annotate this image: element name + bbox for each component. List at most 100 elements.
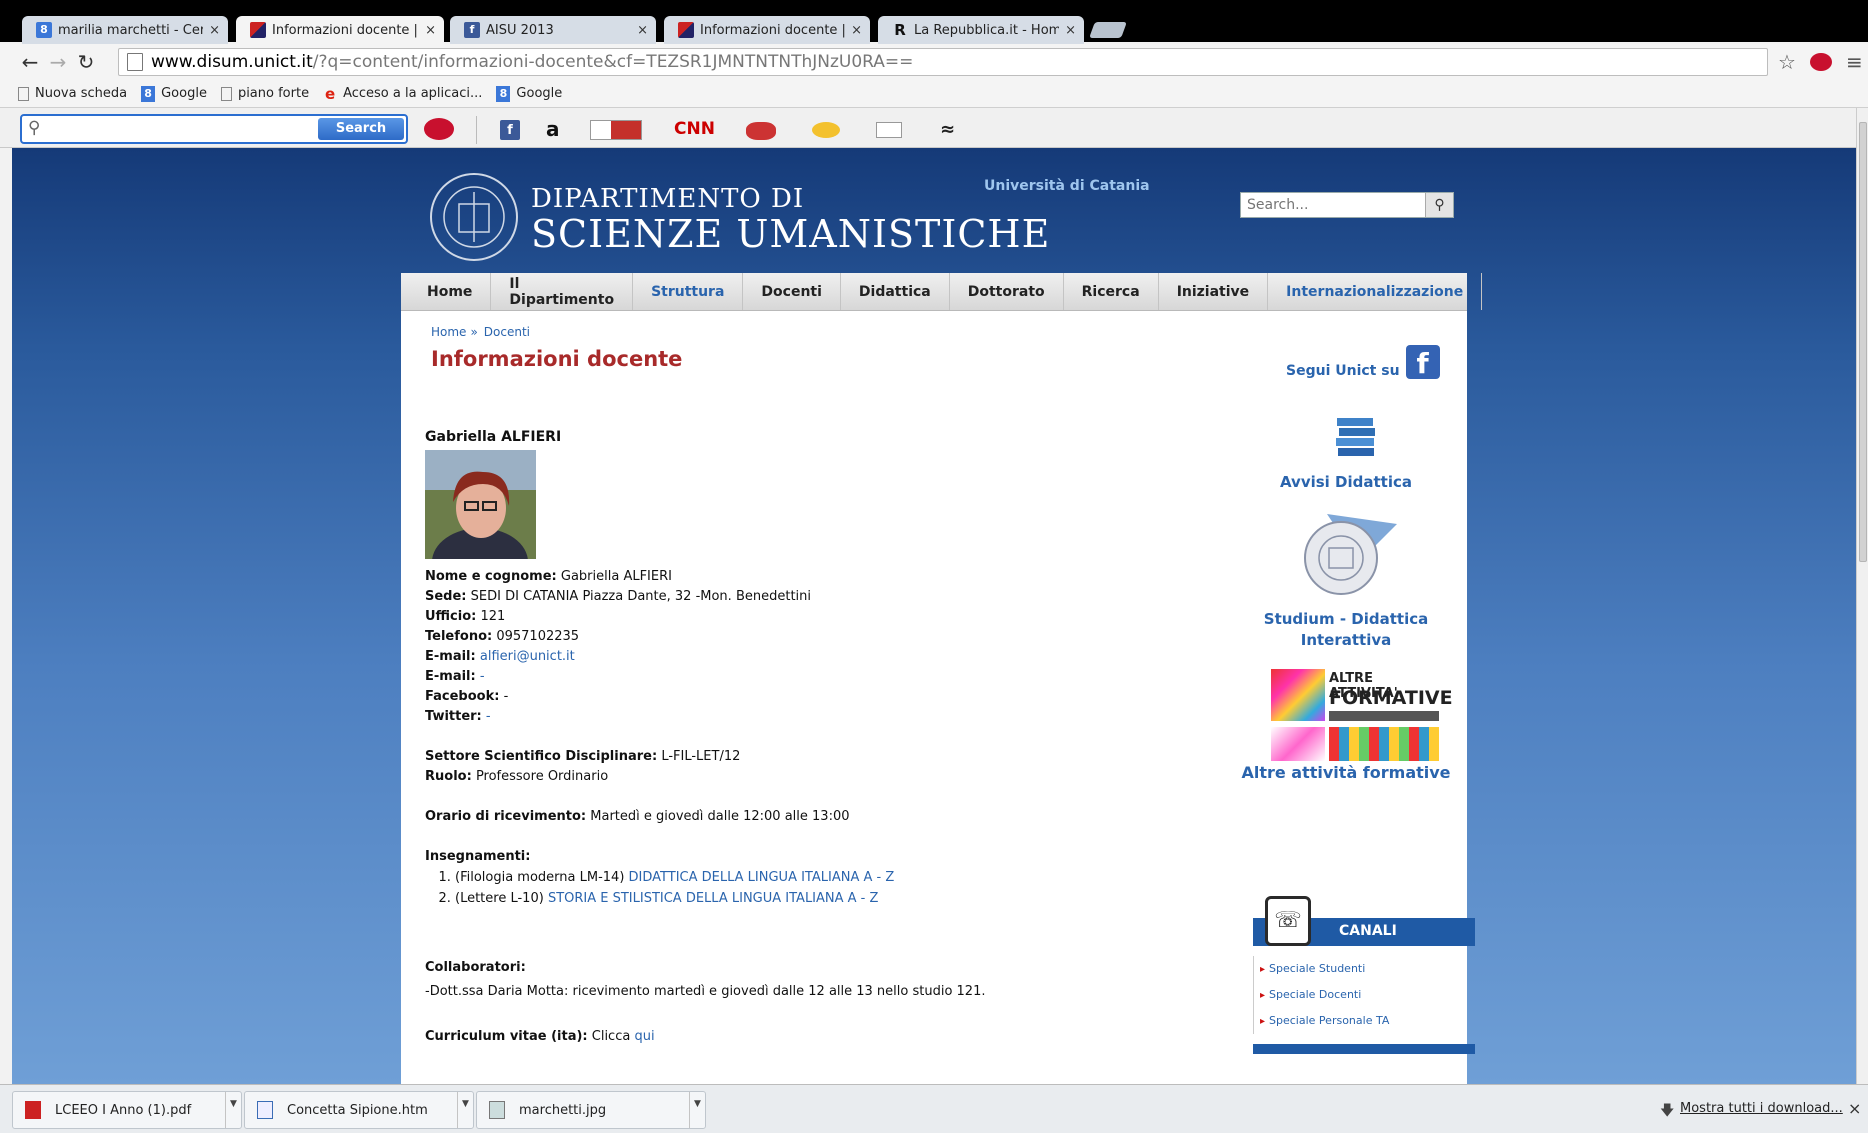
bookmark-label: Nuova scheda: [35, 86, 128, 101]
e-icon: e: [324, 84, 336, 103]
nav-didattica[interactable]: Didattica: [841, 273, 950, 310]
radio-icon[interactable]: ≈: [940, 116, 955, 142]
tab-strip: 8 marilia marchetti - Cerca c × Informaz…: [0, 0, 1868, 44]
forward-icon[interactable]: →: [44, 50, 72, 74]
corso-label: (Filologia moderna LM-14): [455, 870, 625, 885]
tab-4[interactable]: R La Repubblica.it - Homepa ×: [878, 16, 1084, 44]
download-item-pdf[interactable]: LCEEO I Anno (1).pdf ▼: [12, 1091, 242, 1129]
nav-iniziative[interactable]: Iniziative: [1159, 273, 1269, 310]
breadcrumb-docenti[interactable]: Docenti: [484, 325, 530, 339]
vertical-scrollbar[interactable]: [1856, 108, 1868, 1084]
chevron-down-icon[interactable]: ▼: [225, 1092, 241, 1128]
segui-unict[interactable]: Segui Unict su f: [1286, 345, 1440, 380]
canali-list: Speciale Studenti Speciale Docenti Speci…: [1253, 956, 1389, 1034]
google-icon: 8: [496, 85, 511, 102]
page-icon: [220, 86, 232, 101]
cv-link[interactable]: qui: [634, 1029, 654, 1044]
nav-home[interactable]: Home: [409, 273, 492, 310]
sports-icon[interactable]: [746, 122, 776, 140]
studium-logo-icon[interactable]: [1297, 506, 1407, 602]
studium-link[interactable]: Studium - Didattica Interattiva: [1241, 609, 1451, 651]
download-item-htm[interactable]: Concetta Sipione.htm ▼: [244, 1091, 474, 1129]
nav-dipartimento[interactable]: Il Dipartimento: [491, 273, 634, 310]
breadcrumb-separator: »: [470, 325, 478, 339]
banner-text-2: FORMATIVE: [1329, 687, 1453, 709]
field-sede: Sede: SEDI DI CATANIA Piazza Dante, 32 -…: [425, 587, 986, 607]
nav-ricerca[interactable]: Ricerca: [1064, 273, 1159, 310]
canali-item-studenti[interactable]: Speciale Studenti: [1260, 956, 1389, 982]
field-ufficio: Ufficio: 121: [425, 607, 986, 627]
page-icon: [18, 86, 29, 101]
facebook-icon[interactable]: f: [1405, 345, 1440, 380]
chevron-down-icon[interactable]: ▼: [457, 1092, 473, 1128]
close-icon[interactable]: ×: [1065, 23, 1076, 38]
canali-title: CANALI: [1339, 923, 1397, 939]
close-icon[interactable]: ×: [637, 23, 648, 38]
books-icon[interactable]: [1333, 414, 1379, 460]
insegnamento-link[interactable]: STORIA E STILISTICA DELLA LINGUA ITALIAN…: [548, 891, 878, 906]
ask-icon[interactable]: [1810, 53, 1832, 71]
tab-title: marilia marchetti - Cerca c: [58, 22, 204, 38]
new-tab-button[interactable]: [1089, 22, 1127, 38]
canali-box: CANALI ☏ Speciale Studenti Speciale Doce…: [1253, 896, 1475, 1056]
avvisi-didattica-link[interactable]: Avvisi Didattica: [1241, 473, 1451, 491]
back-icon[interactable]: ←: [16, 50, 44, 74]
menu-icon[interactable]: ≡: [1846, 50, 1863, 74]
reload-icon[interactable]: ↻: [72, 50, 100, 74]
download-item-jpg[interactable]: marchetti.jpg ▼: [476, 1091, 706, 1129]
bookmark-nuova-scheda[interactable]: Nuova scheda: [18, 86, 127, 101]
amazon-icon[interactable]: a: [546, 116, 560, 142]
nav-dottorato[interactable]: Dottorato: [950, 273, 1064, 310]
search-icon[interactable]: ⚲: [1425, 193, 1453, 217]
canali-item-docenti[interactable]: Speciale Docenti: [1260, 982, 1389, 1008]
twitter-link[interactable]: -: [486, 709, 491, 724]
department-title-line2: SCIENZE UMANISTICHE: [531, 212, 1051, 256]
scrollbar-thumb[interactable]: [1859, 122, 1867, 562]
cnn-icon[interactable]: CNN: [674, 116, 715, 142]
tab-0[interactable]: 8 marilia marchetti - Cerca c ×: [22, 16, 228, 44]
mail-icon[interactable]: [876, 122, 902, 138]
field-facebook: Facebook: -: [425, 687, 986, 707]
address-bar[interactable]: www.disum.unict.it/?q=content/informazio…: [118, 48, 1768, 76]
canali-item-personale[interactable]: Speciale Personale TA: [1260, 1008, 1389, 1034]
ask-search-button[interactable]: Search: [318, 118, 404, 140]
altre-attivita-link[interactable]: Altre attività formative: [1241, 763, 1451, 782]
chevron-down-icon[interactable]: ▼: [689, 1092, 705, 1128]
tab-2[interactable]: f AISU 2013 ×: [450, 16, 656, 44]
show-all-downloads-link[interactable]: Mostra tutti i download...: [1680, 1101, 1843, 1116]
field-value: 0957102235: [496, 629, 580, 644]
tab-3[interactable]: Informazioni docente | ww ×: [664, 16, 870, 44]
canali-footer-bar: [1253, 1044, 1475, 1054]
tab-1[interactable]: Informazioni docente | ww ×: [236, 16, 444, 44]
weather-icon[interactable]: [812, 122, 840, 138]
altre-attivita-banner[interactable]: ALTRE ATTIVITA' FORMATIVE: [1271, 669, 1453, 761]
close-icon[interactable]: ×: [209, 23, 220, 38]
nav-struttura[interactable]: Struttura: [633, 273, 744, 310]
bookmark-acceso[interactable]: e Acceso a la aplicaci...: [323, 86, 482, 102]
content-panel: Home » Docenti Informazioni docente Gabrie…: [401, 311, 1475, 1084]
university-link[interactable]: Università di Catania: [984, 178, 1150, 194]
close-icon[interactable]: ×: [425, 23, 436, 38]
bookmark-google[interactable]: 8 Google: [141, 85, 207, 102]
close-icon[interactable]: ×: [1848, 1099, 1861, 1118]
bookmark-google-2[interactable]: 8 Google: [496, 85, 562, 102]
ask-toolbar: ⚲ Search f a CNN ≈: [0, 108, 1868, 148]
field-value: L-FIL-LET/12: [661, 749, 741, 764]
email-link[interactable]: alfieri@unict.it: [480, 649, 575, 664]
collaboratori-text: -Dott.ssa Daria Motta: ricevimento marte…: [425, 984, 986, 999]
ask-search-box[interactable]: ⚲ Search: [20, 114, 408, 144]
page-viewport: DIPARTIMENTO DI SCIENZE UMANISTICHE Univ…: [12, 148, 1856, 1084]
close-icon[interactable]: ×: [851, 23, 862, 38]
nav-internazionalizzazione[interactable]: Internazionalizzazione: [1268, 273, 1483, 310]
email-link[interactable]: -: [480, 669, 485, 684]
ask-icon[interactable]: [424, 118, 454, 140]
ie-document-icon: [257, 1101, 273, 1119]
insegnamento-link[interactable]: DIDATTICA DELLA LINGUA ITALIANA A - Z: [629, 870, 895, 885]
facebook-icon[interactable]: f: [500, 120, 520, 140]
bookmark-piano-forte[interactable]: piano forte: [220, 86, 309, 101]
breadcrumb-home[interactable]: Home: [431, 325, 466, 339]
bookmark-star-icon[interactable]: ☆: [1778, 50, 1796, 74]
youtube-icon[interactable]: [590, 120, 642, 140]
nav-docenti[interactable]: Docenti: [743, 273, 841, 310]
site-search-input[interactable]: [1241, 193, 1421, 217]
